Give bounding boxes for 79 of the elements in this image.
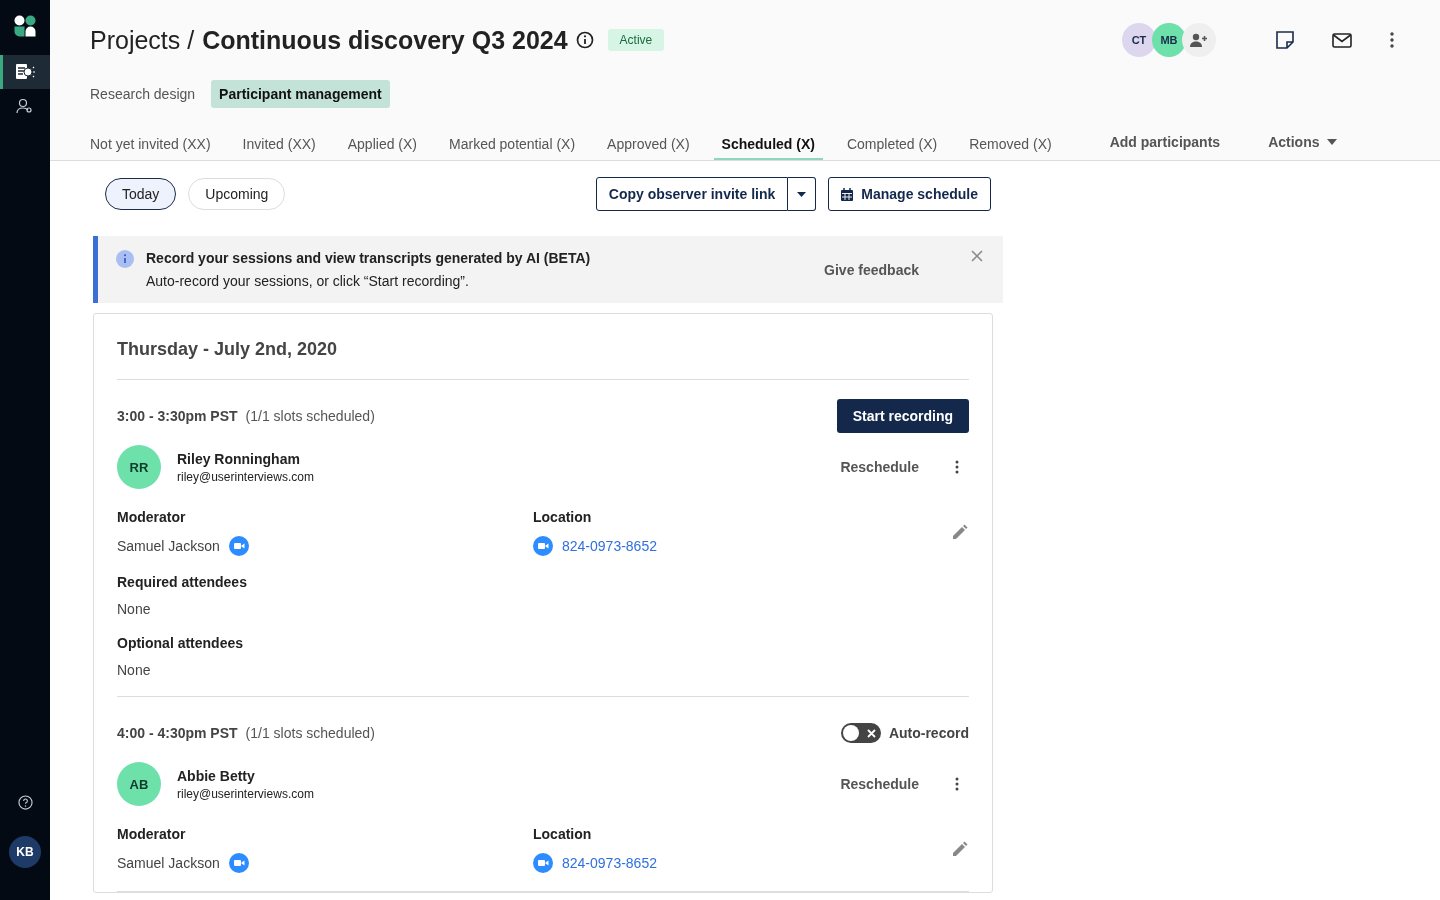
participant-name: Riley Ronningham: [177, 450, 301, 467]
caret-icon: [797, 191, 807, 197]
attendees-value: None: [117, 662, 152, 678]
status-tab[interactable]: Invited (XX): [234, 132, 324, 160]
project-title: Continuous discovery Q3 2024: [202, 25, 568, 55]
meeting-id-link[interactable]: 824-0973-8652: [562, 855, 657, 871]
note-icon[interactable]: [1276, 31, 1294, 49]
add-participants-button[interactable]: Add participants: [1101, 130, 1229, 160]
copy-link-button[interactable]: Copy observer invite link: [595, 177, 789, 211]
actions-dropdown[interactable]: Actions: [1260, 130, 1346, 160]
auto-record-label: Auto-record: [888, 725, 969, 741]
add-person-icon: [1190, 33, 1208, 47]
participant-email: riley@userinterviews.com: [177, 469, 314, 484]
moderator-name: Samuel Jackson: [117, 855, 220, 871]
mail-icon[interactable]: [1332, 32, 1352, 48]
pencil-icon[interactable]: [951, 840, 969, 858]
field-label: Moderator: [117, 509, 187, 525]
add-person-button[interactable]: [1182, 23, 1216, 57]
slot-time: 4:00 - 4:30pm PST: [117, 725, 238, 741]
field-label: Location: [533, 509, 593, 525]
status-badge: Active: [607, 29, 665, 51]
status-tab[interactable]: Removed (X): [961, 132, 1060, 160]
slot-count: (1/1 slots scheduled): [245, 408, 375, 424]
breadcrumb-link[interactable]: Projects /: [90, 25, 195, 55]
user-avatar[interactable]: CT: [1122, 23, 1156, 57]
section-tab[interactable]: Participant management: [211, 80, 390, 108]
status-tab[interactable]: Approved (X): [599, 132, 698, 160]
field-label: Optional attendees: [117, 635, 245, 651]
manage-schedule-button[interactable]: Manage schedule: [828, 177, 991, 211]
reschedule-button[interactable]: Reschedule: [834, 458, 925, 476]
video-camera-icon: [228, 536, 249, 556]
day-heading: Thursday - July 2nd, 2020: [117, 314, 969, 380]
person-search-icon: [16, 98, 34, 114]
status-tab[interactable]: Marked potential (X): [441, 132, 584, 160]
moderator-name: Samuel Jackson: [117, 538, 220, 554]
filter-pill[interactable]: Upcoming: [188, 178, 286, 210]
section-tab[interactable]: Research design: [82, 80, 204, 108]
x-icon: [866, 728, 876, 738]
info-icon: [116, 250, 134, 268]
pencil-icon[interactable]: [951, 523, 969, 541]
more-options-icon[interactable]: [955, 460, 959, 474]
status-tab[interactable]: Applied (X): [339, 132, 425, 160]
close-icon[interactable]: [971, 250, 983, 262]
attendees-value: None: [117, 601, 152, 617]
video-camera-icon: [533, 536, 553, 556]
give-feedback-link[interactable]: Give feedback: [818, 260, 925, 279]
participant-name: Abbie Betty: [177, 767, 256, 784]
field-label: Required attendees: [117, 574, 248, 590]
help-icon[interactable]: [17, 795, 33, 810]
caret-icon: [1327, 139, 1338, 145]
banner-title: Record your sessions and view transcripts generated by AI (BETA): [146, 250, 592, 266]
start-recording-button[interactable]: Start recording: [836, 399, 969, 433]
video-camera-icon: [228, 853, 249, 873]
status-tab[interactable]: Scheduled (X): [713, 132, 823, 160]
reschedule-button[interactable]: Reschedule: [834, 775, 925, 793]
field-label: Location: [533, 826, 593, 842]
more-options-icon[interactable]: [955, 777, 959, 791]
calendar-icon: [841, 187, 854, 201]
user-avatar[interactable]: KB: [9, 836, 41, 868]
participant-avatar: RR: [117, 445, 161, 489]
dropdown-button[interactable]: [788, 177, 817, 211]
auto-record-toggle[interactable]: [840, 723, 881, 743]
more-options-icon[interactable]: [1390, 32, 1394, 48]
participant-avatar: AB: [117, 762, 161, 806]
sidebar-item[interactable]: [0, 55, 50, 89]
filter-pill[interactable]: Today: [105, 178, 177, 210]
participant-email: riley@userinterviews.com: [177, 786, 314, 801]
logo-icon: [14, 15, 36, 37]
slot-time: 3:00 - 3:30pm PST: [117, 408, 238, 424]
document-bulb-icon: [15, 63, 35, 81]
video-camera-icon: [533, 853, 553, 873]
status-tab[interactable]: Not yet invited (XX): [82, 132, 219, 160]
slot-count: (1/1 slots scheduled): [245, 725, 375, 741]
status-tab[interactable]: Completed (X): [838, 132, 946, 160]
banner-text: Auto-record your sessions, or click “Start recording”.: [146, 273, 470, 289]
meeting-id-link[interactable]: 824-0973-8652: [562, 538, 657, 554]
field-label: Moderator: [117, 826, 187, 842]
user-avatar[interactable]: MB: [1152, 23, 1186, 57]
info-icon[interactable]: [575, 31, 594, 49]
